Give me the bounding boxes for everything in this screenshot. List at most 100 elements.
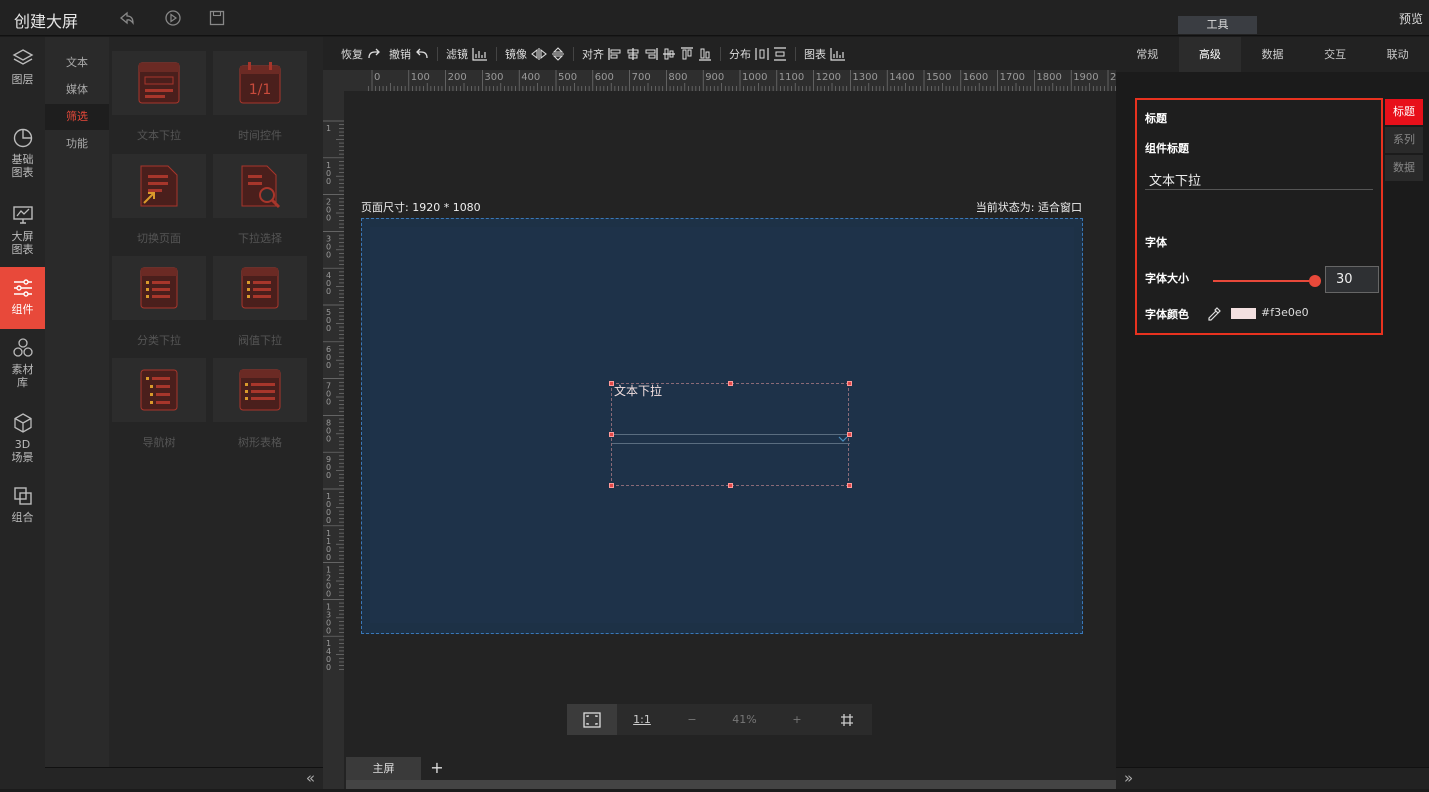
component-card[interactable]: 下拉选择 <box>213 154 307 253</box>
mirror-button[interactable]: 镜像 <box>505 46 565 62</box>
subnav-filter[interactable]: 筛选 <box>45 104 109 130</box>
ruler-label: 0 <box>326 361 331 370</box>
side-tab-series[interactable]: 系列 <box>1385 127 1423 153</box>
eyedropper-icon[interactable] <box>1206 306 1222 322</box>
component-card[interactable]: 分类下拉 <box>112 256 206 355</box>
tab-interaction[interactable]: 交互 <box>1304 37 1367 72</box>
ruler-label: 400 <box>521 72 540 83</box>
resize-handle[interactable] <box>728 381 733 386</box>
ruler-label: 1100 <box>779 72 804 83</box>
search-doc-icon <box>241 165 281 209</box>
section-side-tabs: 标题 系列 数据 <box>1385 99 1423 183</box>
distribute-button[interactable]: 分布 <box>729 46 787 62</box>
resize-handle[interactable] <box>609 381 614 386</box>
preview-button[interactable]: 预览 <box>1399 10 1423 27</box>
screen-canvas[interactable]: 文本下拉 <box>361 218 1083 634</box>
redo-label: 恢复 <box>341 47 363 61</box>
tab-advanced[interactable]: 高级 <box>1178 37 1242 72</box>
app-title: 创建大屏 <box>14 12 79 31</box>
component-card[interactable]: 树形表格 <box>213 358 307 457</box>
zoom-out-button[interactable]: − <box>667 704 717 735</box>
screen-tabs: 主屏 + <box>346 757 1116 780</box>
nav-screen-charts[interactable]: 大屏图表 <box>0 204 45 266</box>
collapse-right-icon[interactable]: » <box>1124 769 1133 787</box>
filter-button[interactable]: 滤镜 <box>446 46 488 62</box>
fit-window-button[interactable] <box>567 704 617 735</box>
ruler-label: 1600 <box>963 72 988 83</box>
nav-group[interactable]: 组合 <box>0 485 45 547</box>
resize-handle[interactable] <box>609 432 614 437</box>
ruler-label: 0 <box>374 72 380 83</box>
component-card[interactable]: 导航树 <box>112 358 206 457</box>
resize-handle[interactable] <box>847 381 852 386</box>
subnav-media[interactable]: 媒体 <box>45 77 109 103</box>
font-size-slider-thumb[interactable] <box>1308 275 1321 287</box>
cube-icon <box>13 413 32 433</box>
collapse-left-icon[interactable]: « <box>306 769 315 787</box>
widget-dropdown-field[interactable] <box>612 434 850 444</box>
nav-materials[interactable]: 素材库 <box>0 337 45 399</box>
redo-icon <box>368 48 380 58</box>
ruler-label: 0 <box>326 434 331 443</box>
font-size-input[interactable]: 30 <box>1325 266 1379 293</box>
tool-tab[interactable]: 工具 <box>1178 16 1257 34</box>
redo-button[interactable]: 恢复 <box>341 46 381 62</box>
nav-basic-charts[interactable]: 基础图表 <box>0 127 45 189</box>
subnav-text[interactable]: 文本 <box>45 50 109 76</box>
tab-data[interactable]: 数据 <box>1241 37 1304 72</box>
save-icon[interactable] <box>208 9 226 27</box>
tree-icon <box>140 369 178 411</box>
component-title-input[interactable]: 文本下拉 <box>1145 170 1373 190</box>
undo-arrow-icon[interactable] <box>118 9 136 27</box>
actual-size-button[interactable]: 1:1 <box>617 704 667 735</box>
nav-3d-scene[interactable]: 3D场景 <box>0 412 45 474</box>
component-card[interactable]: 阀值下拉 <box>213 256 307 355</box>
list-dropdown-icon <box>140 267 178 309</box>
font-color-hex: #f3e0e0 <box>1261 306 1309 319</box>
editor-toolbar: 恢复 撤销 滤镜 镜像 对齐 分布 图表 <box>323 37 1116 70</box>
ruler-label: 0 <box>326 250 331 259</box>
ruler-label: 0 <box>326 626 331 635</box>
resize-handle[interactable] <box>728 483 733 488</box>
title-settings-panel: 标题 组件标题 文本下拉 字体 字体大小 30 字体颜色 #f3e0e0 <box>1135 98 1383 335</box>
list-dropdown-icon <box>241 267 279 309</box>
side-tab-data[interactable]: 数据 <box>1385 155 1423 181</box>
ruler-corner <box>323 70 346 91</box>
zoom-in-button[interactable]: + <box>772 704 822 735</box>
resize-handle[interactable] <box>847 432 852 437</box>
component-card[interactable]: 1/1 时间控件 <box>213 51 307 150</box>
resize-handle[interactable] <box>609 483 614 488</box>
ruler-label: 1000 <box>742 72 767 83</box>
chart-button[interactable]: 图表 <box>804 46 846 62</box>
tab-linkage[interactable]: 联动 <box>1366 37 1429 72</box>
nav-layers[interactable]: 图层 <box>0 47 45 109</box>
font-size-label: 字体大小 <box>1145 272 1189 285</box>
pie-chart-icon <box>13 128 32 148</box>
chart-label: 图表 <box>804 47 826 61</box>
align-right-icon <box>645 47 658 60</box>
play-icon[interactable] <box>164 9 182 27</box>
ruler-label: 0 <box>326 287 331 296</box>
distribute-vertical-icon <box>774 46 786 61</box>
component-card[interactable]: 切换页面 <box>112 154 206 253</box>
tab-main-screen[interactable]: 主屏 <box>346 757 421 780</box>
grid-toggle-button[interactable] <box>822 704 872 735</box>
ruler-label: 1400 <box>889 72 914 83</box>
subnav-function[interactable]: 功能 <box>45 131 109 157</box>
nav-components[interactable]: 组件 <box>0 267 45 329</box>
font-size-slider-track[interactable] <box>1213 280 1309 282</box>
side-tab-title[interactable]: 标题 <box>1385 99 1423 125</box>
font-color-swatch[interactable] <box>1231 308 1256 319</box>
ruler-label: 0 <box>326 214 331 223</box>
undo-button[interactable]: 撤销 <box>389 46 429 62</box>
add-screen-button[interactable]: + <box>426 757 448 780</box>
ruler-label: 900 <box>705 72 724 83</box>
selected-widget-text-dropdown[interactable]: 文本下拉 <box>609 381 852 488</box>
component-gallery: 文本下拉 1/1 时间控件 切换页面 下拉选择 分类下拉 阀值下拉 导航树 树形… <box>109 37 323 767</box>
component-card[interactable]: 文本下拉 <box>112 51 206 150</box>
tab-general[interactable]: 常规 <box>1116 37 1179 72</box>
tree-table-icon <box>239 369 281 411</box>
horizontal-scrollbar[interactable] <box>346 780 1116 789</box>
align-button[interactable]: 对齐 <box>582 46 712 62</box>
resize-handle[interactable] <box>847 483 852 488</box>
